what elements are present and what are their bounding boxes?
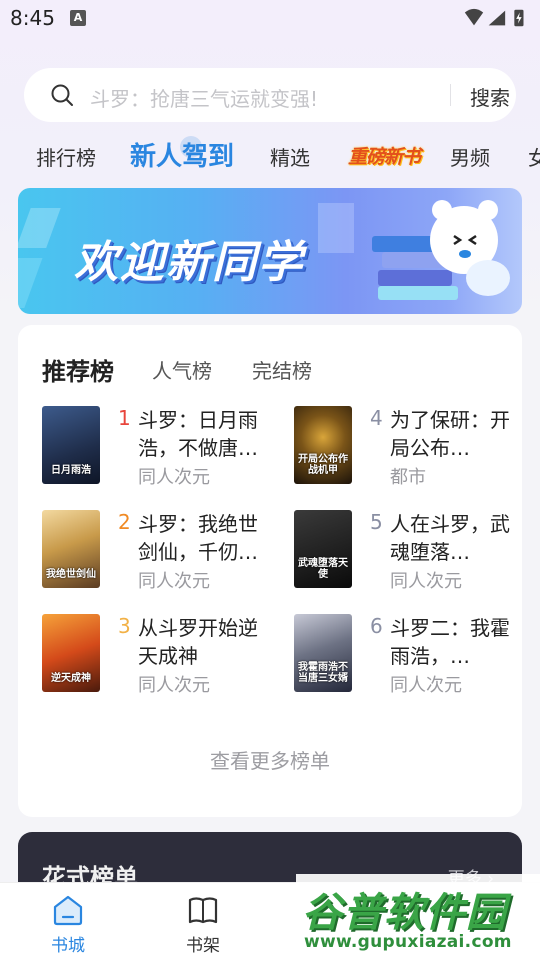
tab-recommended[interactable]: 推荐榜 bbox=[42, 352, 114, 387]
status-bar: 8:45 A bbox=[0, 0, 540, 38]
cover-title: 日月雨浩 bbox=[51, 465, 91, 476]
cover-title: 我霍雨浩不当唐三女婿 bbox=[298, 662, 348, 684]
watermark: 谷普软件园 www.gupuxiazai.com bbox=[296, 874, 540, 960]
watermark-title: 谷普软件园 bbox=[302, 890, 507, 936]
status-icons bbox=[464, 8, 524, 27]
more-rankings-link[interactable]: 查看更多榜单 bbox=[18, 745, 522, 774]
book-category: 同人次元 bbox=[390, 571, 462, 592]
search-bar[interactable]: 斗罗：抢唐三气运就变强! 搜索 bbox=[24, 68, 516, 122]
search-divider bbox=[450, 84, 451, 106]
wifi-icon bbox=[464, 8, 484, 26]
book-title: 斗罗二：我霍雨浩，… bbox=[390, 616, 510, 668]
tab-ranking[interactable]: 排行榜 bbox=[36, 142, 96, 171]
cover-title: 开局公布作战机甲 bbox=[298, 454, 348, 476]
tab-popular[interactable]: 人气榜 bbox=[152, 355, 212, 384]
book-item[interactable]: 逆天成神 3 从斗罗开始逆天成神 同人次元 bbox=[42, 614, 272, 698]
search-icon bbox=[51, 84, 73, 106]
tab-female[interactable]: 女 bbox=[528, 142, 540, 171]
search-button[interactable]: 搜索 bbox=[470, 82, 510, 111]
rank-number: 1 bbox=[118, 406, 131, 430]
tab-new-books[interactable]: 重磅新书 bbox=[348, 142, 421, 169]
book-item[interactable]: 日月雨浩 1 斗罗：日月雨浩，不做唐… 同人次元 bbox=[42, 406, 272, 490]
tab-male[interactable]: 男频 bbox=[450, 142, 490, 171]
book-title: 斗罗：日月雨浩，不做唐… bbox=[138, 408, 258, 460]
welcome-banner[interactable]: 欢迎新同学 bbox=[18, 188, 522, 314]
book-title: 为了保研：开局公布… bbox=[390, 408, 510, 460]
tab-featured[interactable]: 精选 bbox=[270, 142, 310, 171]
book-category: 同人次元 bbox=[390, 675, 462, 696]
banner-title: 欢迎新同学 bbox=[74, 237, 304, 288]
book-title: 斗罗：我绝世剑仙，千仞… bbox=[138, 512, 258, 564]
notification-icon: A bbox=[70, 10, 86, 26]
home-icon bbox=[53, 895, 83, 926]
cover-title: 逆天成神 bbox=[51, 673, 91, 684]
nav-bookshelf[interactable]: 书架 bbox=[163, 893, 243, 956]
category-tabs: 排行榜 新人驾到 精选 重磅新书 男频 女 bbox=[0, 134, 540, 178]
tab-newcomer-label: 新人驾到 bbox=[130, 142, 235, 172]
cover-title: 我绝世剑仙 bbox=[46, 569, 96, 580]
rank-number: 4 bbox=[370, 406, 383, 430]
book-cover: 我霍雨浩不当唐三女婿 bbox=[294, 614, 352, 692]
book-cover: 武魂堕落天使 bbox=[294, 510, 352, 588]
book-title: 从斗罗开始逆天成神 bbox=[138, 616, 258, 668]
book-category: 同人次元 bbox=[138, 467, 210, 488]
rank-number: 3 bbox=[118, 614, 131, 638]
book-category: 同人次元 bbox=[138, 675, 210, 696]
book-cover: 我绝世剑仙 bbox=[42, 510, 100, 588]
book-item[interactable]: 开局公布作战机甲 4 为了保研：开局公布… 都市 bbox=[294, 406, 524, 490]
book-cover: 逆天成神 bbox=[42, 614, 100, 692]
signal-icon bbox=[488, 10, 506, 26]
search-input[interactable]: 斗罗：抢唐三气运就变强! bbox=[90, 83, 318, 112]
rank-number: 2 bbox=[118, 510, 131, 534]
ranking-card: 推荐榜 人气榜 完结榜 日月雨浩 1 斗罗：日月雨浩，不做唐… 同人次元 我绝世… bbox=[18, 325, 522, 817]
status-time: 8:45 bbox=[10, 6, 55, 30]
rank-number: 6 bbox=[370, 614, 383, 638]
nav-label: 书架 bbox=[186, 936, 220, 956]
watermark-url: www.gupuxiazai.com bbox=[304, 932, 512, 952]
book-icon bbox=[188, 897, 218, 924]
book-category: 都市 bbox=[390, 467, 426, 488]
nav-label: 书城 bbox=[51, 936, 85, 956]
tab-newcomer[interactable]: 新人驾到 bbox=[130, 136, 234, 173]
book-cover: 日月雨浩 bbox=[42, 406, 100, 484]
cover-title: 武魂堕落天使 bbox=[298, 558, 348, 580]
book-cover: 开局公布作战机甲 bbox=[294, 406, 352, 484]
book-item[interactable]: 我霍雨浩不当唐三女婿 6 斗罗二：我霍雨浩，… 同人次元 bbox=[294, 614, 524, 698]
book-title: 人在斗罗，武魂堕落… bbox=[390, 512, 510, 564]
rank-number: 5 bbox=[370, 510, 383, 534]
book-item[interactable]: 我绝世剑仙 2 斗罗：我绝世剑仙，千仞… 同人次元 bbox=[42, 510, 272, 594]
book-item[interactable]: 武魂堕落天使 5 人在斗罗，武魂堕落… 同人次元 bbox=[294, 510, 524, 594]
book-category: 同人次元 bbox=[138, 571, 210, 592]
tab-finished[interactable]: 完结榜 bbox=[252, 355, 312, 384]
nav-bookstore[interactable]: 书城 bbox=[28, 893, 108, 956]
